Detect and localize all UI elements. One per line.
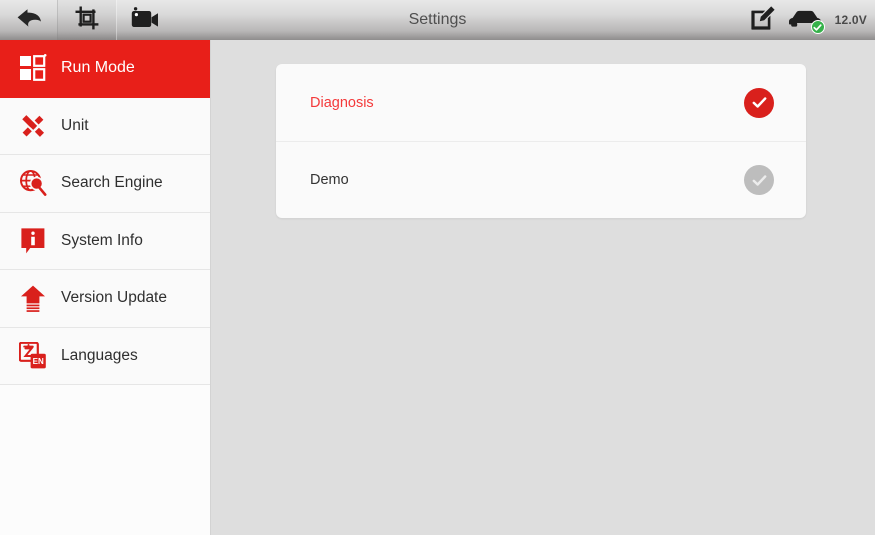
sidebar-item-search-engine[interactable]: Search Engine <box>0 155 210 213</box>
option-label: Demo <box>310 172 349 188</box>
grid-squares-icon <box>17 52 49 84</box>
upload-arrow-icon <box>17 282 49 314</box>
option-row-demo[interactable]: Demo <box>276 141 806 218</box>
sidebar-item-label: Languages <box>61 346 138 364</box>
back-arrow-icon <box>16 7 42 34</box>
sidebar-item-unit[interactable]: Unit <box>0 97 210 155</box>
check-badge-icon <box>810 20 825 34</box>
settings-screen: Settings 12.0V Run Mode Unit Search Engi… <box>0 0 875 535</box>
translate-en-icon: EN <box>17 340 49 372</box>
sidebar-item-run-mode[interactable]: Run Mode <box>0 40 210 98</box>
sidebar-item-system-info[interactable]: System Info <box>0 212 210 270</box>
sidebar-item-languages[interactable]: EN Languages <box>0 327 210 385</box>
sidebar-item-label: Run Mode <box>61 59 135 77</box>
crop-screenshot-icon <box>75 6 99 35</box>
title-bar-left-actions <box>0 0 174 40</box>
title-bar: Settings 12.0V <box>0 0 875 40</box>
settings-sidebar: Run Mode Unit Search Engine System Info … <box>0 40 211 535</box>
svg-text:EN: EN <box>33 357 44 366</box>
option-label: Diagnosis <box>310 94 374 111</box>
screenshot-button[interactable] <box>58 0 116 40</box>
check-circle-muted-icon[interactable] <box>744 165 774 195</box>
voltage-readout: 12.0V <box>834 13 867 27</box>
sidebar-item-label: Search Engine <box>61 174 163 192</box>
title-bar-right-actions: 12.0V <box>750 0 867 40</box>
sidebar-item-label: System Info <box>61 231 143 249</box>
video-camera-icon <box>131 6 159 34</box>
back-button[interactable] <box>0 0 58 40</box>
run-mode-options-card: Diagnosis Demo <box>276 64 806 218</box>
sidebar-item-label: Unit <box>61 116 89 134</box>
sidebar-item-label: Version Update <box>61 289 167 307</box>
settings-content-panel: Diagnosis Demo <box>211 40 875 535</box>
sidebar-item-version-update[interactable]: Version Update <box>0 270 210 328</box>
option-row-diagnosis[interactable]: Diagnosis <box>276 64 806 141</box>
edit-note-icon <box>750 5 776 35</box>
check-circle-filled-icon[interactable] <box>744 87 774 118</box>
screen-record-button[interactable] <box>116 0 174 40</box>
info-bubble-icon <box>17 225 49 257</box>
edit-note-button[interactable] <box>750 5 776 36</box>
vehicle-connection-status[interactable] <box>786 6 825 34</box>
ruler-pencil-icon <box>17 110 49 142</box>
globe-magnifier-icon <box>17 167 49 199</box>
